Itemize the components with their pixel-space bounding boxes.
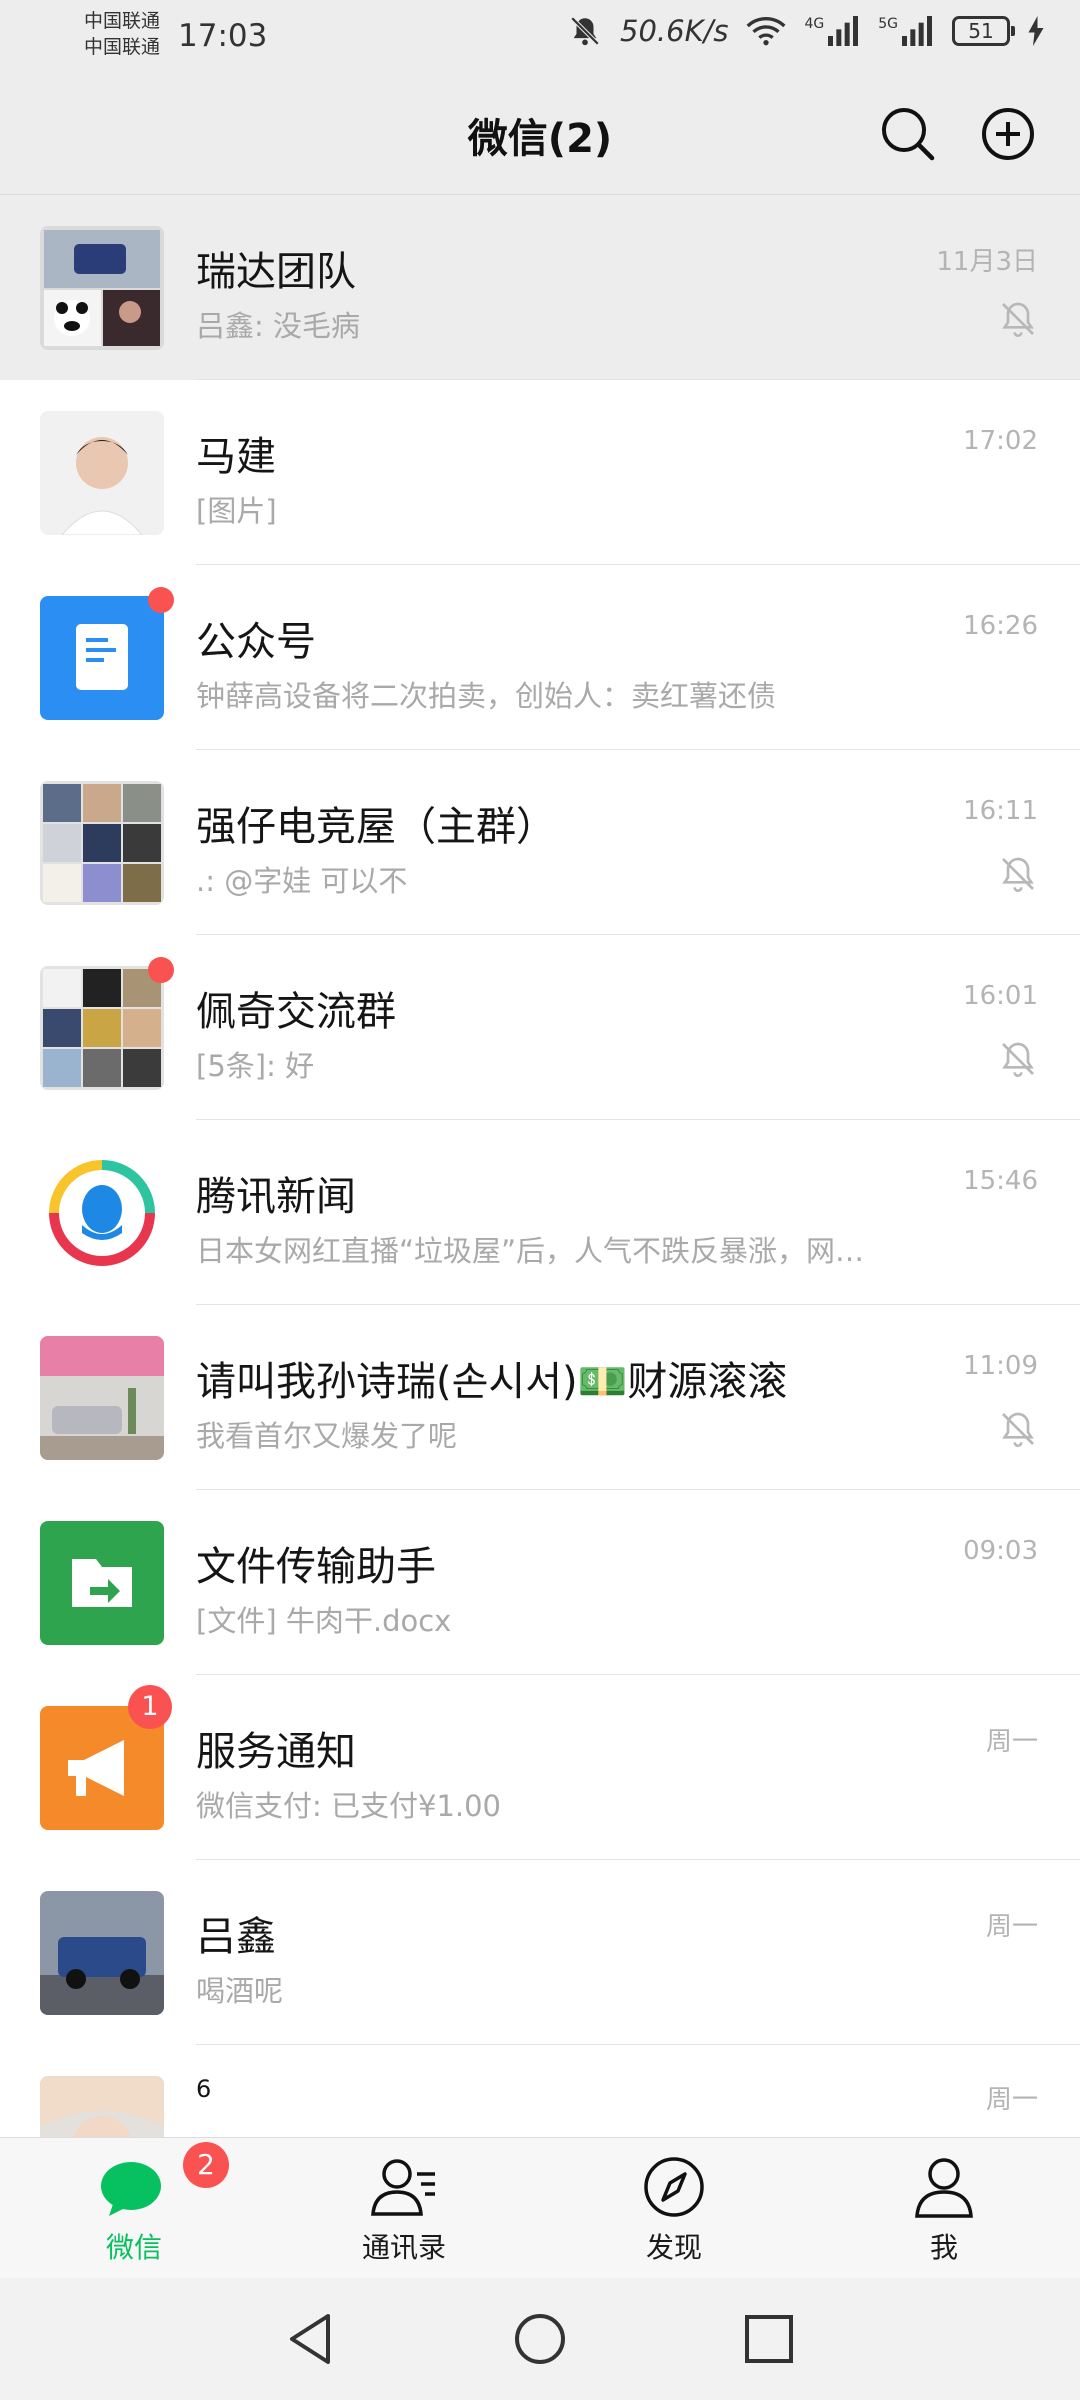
chat-preview: 日本女网红直播“垃圾屋”后，人气不跌反暴涨，网… [196, 1234, 865, 1268]
chat-preview: [文件] 牛肉干.docx [196, 1604, 452, 1638]
mute-bell-icon [998, 1409, 1038, 1449]
contact-avatar [40, 2076, 164, 2137]
tencent-news-logo-icon [40, 1151, 164, 1275]
chat-name: 佩奇交流群 [196, 989, 396, 1035]
chat-preview: 喝酒呢 [196, 1974, 284, 2008]
contact-avatar [40, 1891, 164, 2015]
chat-name: 请叫我孙诗瑞(손시서)💵财源滚滚 [196, 1359, 788, 1405]
carrier-2: 中国联通 [84, 36, 161, 58]
net-type-1: 4G [804, 16, 825, 32]
chat-row-peppa-group[interactable]: 佩奇交流群 [5条]: 好 16:01 [0, 935, 1080, 1120]
system-nav-bar [0, 2278, 1080, 2400]
chat-preview: 钟薛高设备将二次拍卖，创始人：卖红薯还债 [196, 679, 777, 713]
mute-bell-icon [998, 1039, 1038, 1079]
chat-time: 16:11 [963, 796, 1038, 826]
chat-time: 15:46 [963, 1166, 1038, 1196]
chat-row-qiangzai-esports[interactable]: 强仔电竞屋（主群） .: @字娃 可以不 16:11 [0, 750, 1080, 935]
chat-name: 瑞达团队 [196, 249, 356, 295]
search-icon[interactable] [876, 102, 940, 166]
battery-icon: 51 [952, 16, 1015, 46]
chat-row-official-accounts[interactable]: 公众号 钟薛高设备将二次拍卖，创始人：卖红薯还债 16:26 [0, 565, 1080, 750]
chat-time: 17:02 [963, 426, 1038, 456]
file-transfer-icon [40, 1521, 164, 1645]
compass-icon [639, 2152, 709, 2222]
chat-time: 周一 [985, 1912, 1038, 1942]
chat-list[interactable]: 瑞达团队 吕鑫: 没毛病 11月3日 马建 [图片] 17:02 公众号 钟薛高… [0, 195, 1080, 2137]
tab-label: 通讯录 [361, 2231, 446, 2264]
chat-time: 11:09 [963, 1351, 1038, 1381]
chat-row-service-notifications[interactable]: 1 服务通知 微信支付: 已支付¥1.00 周一 [0, 1675, 1080, 1860]
carrier-1: 中国联通 [84, 10, 161, 32]
tab-contacts[interactable]: 通讯录 [324, 2152, 484, 2266]
chat-row-sun-shirui[interactable]: 请叫我孙诗瑞(손시서)💵财源滚滚 我看首尔又爆发了呢 11:09 [0, 1305, 1080, 1490]
chat-preview: 微信支付: 已支付¥1.00 [196, 1789, 502, 1823]
signal-5g-icon: 5G [878, 16, 934, 46]
contact-avatar [40, 1336, 164, 1460]
mute-status-icon [568, 14, 602, 48]
chat-name: 马建 [196, 434, 276, 480]
chat-name: 服务通知 [196, 1729, 356, 1775]
tab-label: 微信 [105, 2231, 162, 2264]
header: 微信(2) [0, 76, 1080, 195]
charging-icon [1028, 16, 1044, 46]
group-avatar [40, 781, 164, 905]
chat-row-rui-da-team[interactable]: 瑞达团队 吕鑫: 没毛病 11月3日 [0, 195, 1080, 380]
plus-circle-icon[interactable] [976, 102, 1040, 166]
contact-avatar [40, 411, 164, 535]
chat-time: 周一 [985, 2085, 1038, 2115]
chat-name: 文件传输助手 [196, 1544, 436, 1590]
chat-name: 腾讯新闻 [196, 1174, 356, 1220]
chat-name: 吕鑫 [196, 1914, 276, 1960]
chat-preview: 我看首尔又爆发了呢 [196, 1419, 458, 1453]
chat-row-ma-jian[interactable]: 马建 [图片] 17:02 [0, 380, 1080, 565]
chat-preview: [图片] [196, 494, 277, 528]
mute-bell-icon [998, 299, 1038, 339]
group-avatar [40, 966, 164, 1090]
recents-square-icon[interactable] [738, 2308, 800, 2370]
chat-preview: .: @字娃 可以不 [196, 864, 408, 898]
wifi-icon [746, 15, 786, 47]
chat-preview: 吕鑫: 没毛病 [196, 309, 360, 343]
chat-name: 强仔电竞屋（主群） [196, 804, 556, 850]
chat-time: 16:01 [963, 981, 1038, 1011]
chat-time: 09:03 [963, 1536, 1038, 1566]
chat-row-tencent-news[interactable]: 腾讯新闻 日本女网红直播“垃圾屋”后，人气不跌反暴涨，网… 15:46 [0, 1120, 1080, 1305]
home-circle-icon[interactable] [509, 2308, 571, 2370]
chat-row-6[interactable]: 6 周一 [0, 2045, 1080, 2137]
chat-preview: [5条]: 好 [196, 1049, 315, 1083]
chat-name: 公众号 [196, 619, 316, 665]
tab-label: 我 [929, 2231, 958, 2264]
tab-label: 发现 [645, 2231, 702, 2264]
tab-me[interactable]: 我 [864, 2152, 1024, 2266]
carrier-labels: 中国联通 中国联通 [84, 8, 160, 60]
unread-badge: 1 [128, 1685, 172, 1729]
net-type-2: 5G [878, 16, 898, 32]
back-triangle-icon[interactable] [280, 2308, 342, 2370]
person-icon [909, 2152, 979, 2222]
nav-unread-badge: 2 [183, 2142, 229, 2188]
chat-time: 16:26 [963, 611, 1038, 641]
official-account-icon [40, 596, 164, 720]
unread-dot [148, 587, 174, 613]
chat-row-lv-xin[interactable]: 吕鑫 喝酒呢 周一 [0, 1860, 1080, 2045]
bottom-nav: 2 微信 通讯录 发现 我 [0, 2137, 1080, 2278]
chat-bubble-icon: 2 [99, 2142, 229, 2222]
mute-bell-icon [998, 854, 1038, 894]
tab-discover[interactable]: 发现 [594, 2152, 754, 2266]
group-avatar [40, 226, 164, 350]
status-time: 17:03 [178, 18, 268, 54]
signal-4g-icon: 4G [804, 16, 860, 46]
chat-row-file-transfer[interactable]: 文件传输助手 [文件] 牛肉干.docx 09:03 [0, 1490, 1080, 1675]
status-bar: 中国联通 中国联通 17:03 50.6K/s 4G 5G 51 [0, 0, 1080, 76]
tab-chats[interactable]: 2 微信 [54, 2142, 229, 2266]
unread-dot [148, 957, 174, 983]
net-speed: 50.6K/s [620, 14, 729, 48]
chat-name: 6 [196, 2075, 212, 2103]
status-icons: 50.6K/s 4G 5G 51 [568, 14, 1044, 48]
contacts-icon [369, 2152, 439, 2222]
chat-time: 周一 [985, 1727, 1038, 1757]
chat-time: 11月3日 [936, 247, 1038, 277]
